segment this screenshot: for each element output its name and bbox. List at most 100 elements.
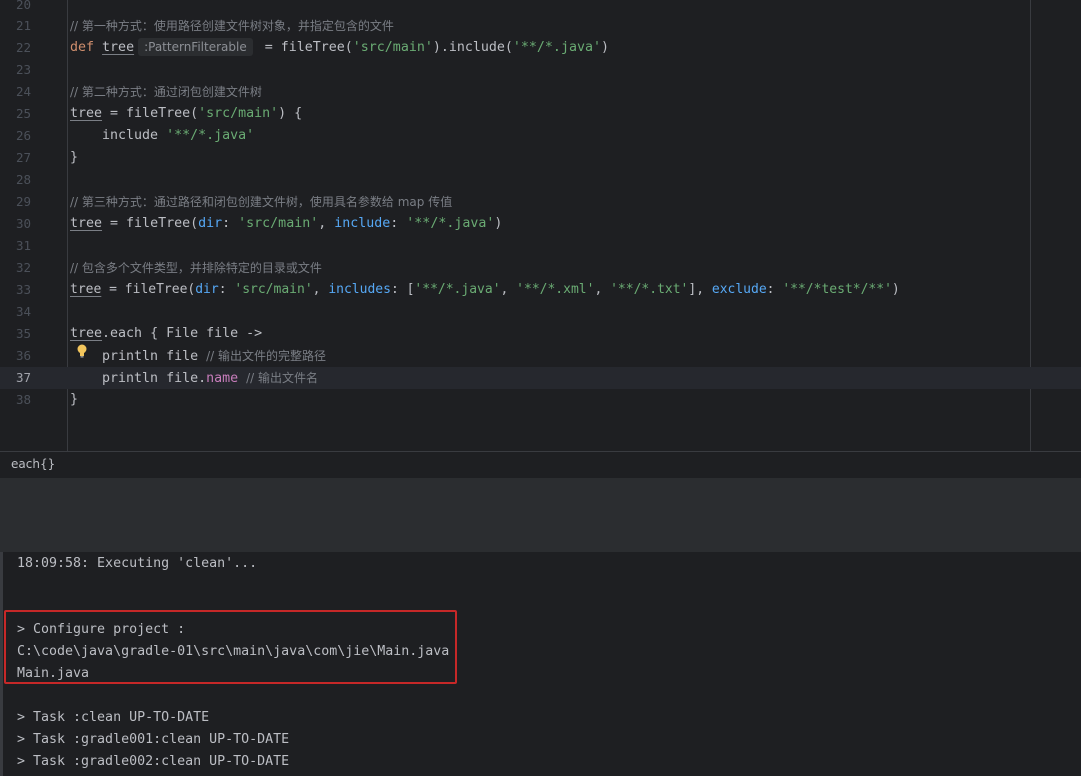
code-comment: // 输出文件名 — [246, 371, 319, 385]
code-text: ).include( — [432, 40, 513, 55]
type-inlay-hint: :PatternFilterable — [138, 38, 253, 56]
code-line-26[interactable]: 26 include '**/*.java' — [0, 125, 1081, 147]
line-number: 35 — [15, 326, 31, 341]
line-number: 28 — [15, 172, 31, 187]
string-literal: '**/*.txt' — [610, 282, 689, 297]
line-number: 22 — [15, 40, 31, 55]
code-text: : — [222, 216, 239, 231]
code-line-23[interactable]: 23 — [0, 59, 1081, 81]
code-line-29[interactable]: 29 // 第三种方式：通过路径和闭包创建文件树，使用具名参数给 map 传值 — [0, 191, 1081, 213]
code-line-37-current[interactable]: 37 println file.name // 输出文件名 — [0, 367, 1081, 389]
code-comment: // 输出文件的完整路径 — [206, 349, 326, 363]
line-number: 38 — [15, 392, 31, 407]
code-text: include — [70, 128, 167, 143]
lightbulb-icon[interactable] — [76, 344, 88, 358]
code-text: : [ — [390, 282, 415, 297]
string-literal: '**/*.java' — [406, 216, 495, 231]
code-text: , — [318, 216, 335, 231]
code-text: } — [70, 150, 79, 165]
code-line-30[interactable]: 30 tree = fileTree(dir: 'src/main', incl… — [0, 213, 1081, 235]
code-line-35[interactable]: 35 tree.each { File file -> — [0, 323, 1081, 345]
named-param: exclude — [711, 282, 767, 297]
named-param: dir — [198, 216, 223, 231]
variable-tree[interactable]: tree — [70, 216, 102, 231]
line-number: 27 — [15, 150, 31, 165]
string-literal: 'src/main' — [238, 216, 319, 231]
code-text: = fileTree( — [256, 40, 353, 55]
line-number: 21 — [15, 18, 31, 33]
line-number: 24 — [15, 84, 31, 99]
line-number: 33 — [15, 282, 31, 297]
code-text: = fileTree( — [102, 106, 199, 121]
code-editor[interactable]: 20 21 // 第一种方式：使用路径创建文件树对象，并指定包含的文件 22 d… — [0, 0, 1081, 451]
code-text: , — [594, 282, 611, 297]
code-text: : — [390, 216, 407, 231]
code-line-38[interactable]: 38 } — [0, 389, 1081, 411]
line-number: 29 — [15, 194, 31, 209]
line-number: 37 — [15, 370, 31, 385]
line-number: 31 — [15, 238, 31, 253]
code-comment: // 第一种方式：使用路径创建文件树对象，并指定包含的文件 — [70, 19, 394, 33]
console-line: > Task :gradle002:clean UP-TO-DATE — [17, 754, 290, 769]
code-line-31[interactable]: 31 — [0, 235, 1081, 257]
variable-tree[interactable]: tree — [70, 106, 102, 121]
code-line-24[interactable]: 24 // 第二种方式：通过闭包创建文件树 — [0, 81, 1081, 103]
highlight-annotation-box — [4, 610, 457, 684]
line-number: 25 — [15, 106, 31, 121]
variable-tree[interactable]: tree — [70, 282, 101, 297]
console-header — [0, 518, 1081, 552]
property-name: name — [206, 371, 239, 386]
string-literal: '**/*test*/**' — [782, 282, 892, 297]
named-param: dir — [195, 282, 219, 297]
line-number: 32 — [15, 260, 31, 275]
code-text: : — [766, 282, 783, 297]
string-literal: 'src/main' — [352, 40, 433, 55]
line-number: 30 — [15, 216, 31, 231]
code-text: ) — [600, 40, 609, 55]
console-line: > Task :clean UP-TO-DATE — [17, 710, 210, 725]
keyword-def: def — [70, 40, 95, 55]
console-line: 18:09:58: Executing 'clean'... — [17, 556, 258, 571]
breadcrumb[interactable]: each{} — [0, 451, 1081, 478]
code-text: ) { — [278, 106, 303, 121]
code-line-20[interactable]: 20 — [0, 0, 1081, 16]
line-number: 26 — [15, 128, 31, 143]
string-literal: 'src/main' — [234, 282, 313, 297]
code-line-22[interactable]: 22 def tree :PatternFilterable = fileTree… — [0, 37, 1081, 59]
code-line-36[interactable]: 36 println file // 输出文件的完整路径 — [0, 345, 1081, 367]
code-text: ) — [891, 282, 900, 297]
code-text: .each { File file -> — [102, 326, 263, 341]
code-line-32[interactable]: 32 // 包含多个文件类型，并排除特定的目录或文件 — [0, 257, 1081, 279]
code-text: = fileTree( — [101, 282, 196, 297]
code-text: , — [312, 282, 329, 297]
code-text: ], — [688, 282, 712, 297]
code-text: } — [70, 392, 79, 407]
code-line-21[interactable]: 21 // 第一种方式：使用路径创建文件树对象，并指定包含的文件 — [0, 15, 1081, 37]
tool-window-toolbar — [0, 478, 1081, 519]
string-literal: 'src/main' — [198, 106, 279, 121]
string-literal: '**/*.xml' — [516, 282, 595, 297]
code-text: = fileTree( — [102, 216, 199, 231]
string-literal: '**/*.java' — [414, 282, 501, 297]
code-text: ) — [494, 216, 503, 231]
variable-tree[interactable]: tree — [102, 40, 134, 55]
breadcrumb-item[interactable]: each{} — [11, 457, 55, 471]
named-param: include — [334, 216, 391, 231]
code-line-25[interactable]: 25 tree = fileTree('src/main') { — [0, 103, 1081, 125]
code-line-34[interactable]: 34 — [0, 301, 1081, 323]
code-text: println file. — [70, 371, 207, 386]
code-text: , — [500, 282, 517, 297]
string-literal: '**/*.java' — [512, 40, 601, 55]
code-comment: // 包含多个文件类型，并排除特定的目录或文件 — [70, 261, 322, 275]
code-line-27[interactable]: 27 } — [0, 147, 1081, 169]
line-number: 34 — [15, 304, 31, 319]
named-param: includes — [328, 282, 391, 297]
code-line-33[interactable]: 33 tree = fileTree(dir: 'src/main', incl… — [0, 279, 1081, 301]
variable-tree[interactable]: tree — [70, 326, 102, 341]
line-number: 23 — [15, 62, 31, 77]
code-comment: // 第三种方式：通过路径和闭包创建文件树，使用具名参数给 map 传值 — [70, 195, 453, 209]
code-line-28[interactable]: 28 — [0, 169, 1081, 191]
line-number: 20 — [15, 0, 31, 12]
line-number: 36 — [15, 348, 31, 363]
